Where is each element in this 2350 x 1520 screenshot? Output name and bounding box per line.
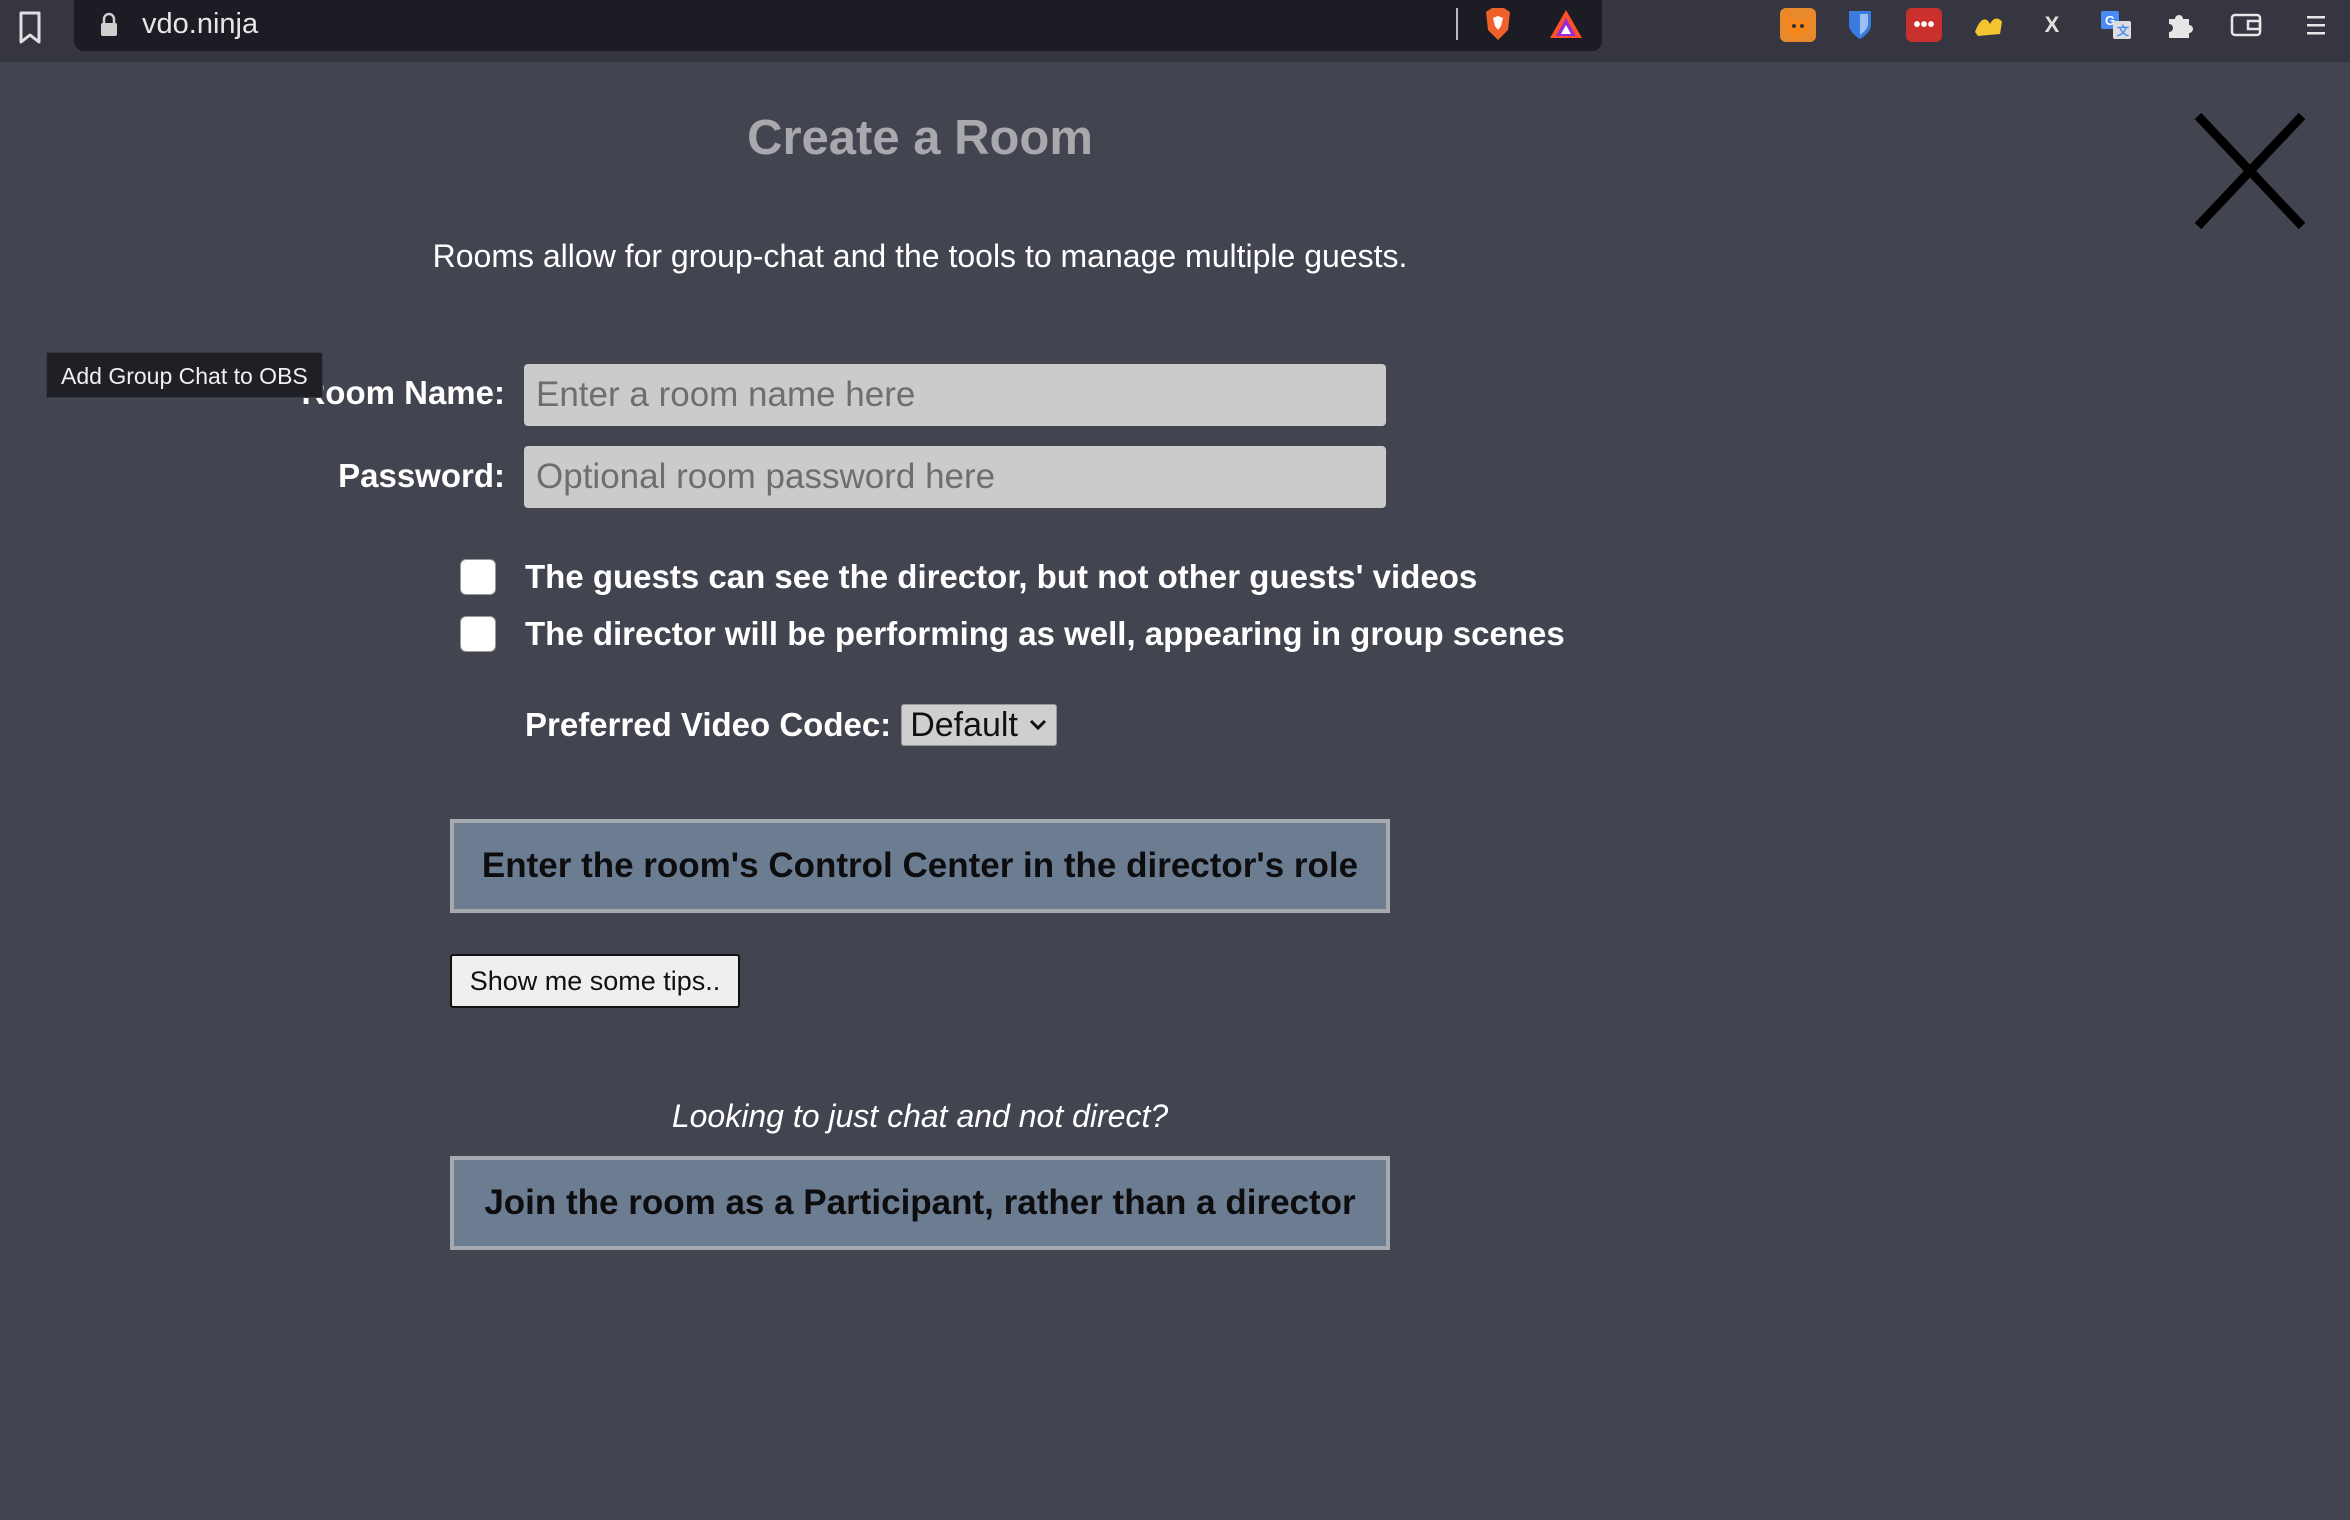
bookmark-icon[interactable] bbox=[16, 10, 44, 46]
url-text[interactable]: vdo.ninja bbox=[142, 8, 258, 41]
page-title: Create a Room bbox=[747, 111, 1093, 165]
director-performing-checkbox[interactable] bbox=[460, 616, 496, 652]
svg-text:文: 文 bbox=[2117, 23, 2130, 38]
codec-row: Preferred Video Codec: Default bbox=[525, 704, 1057, 746]
brave-shields-icon[interactable] bbox=[1482, 6, 1514, 42]
signer-icon[interactable] bbox=[1970, 8, 2006, 42]
brave-rewards-icon[interactable] bbox=[1548, 8, 1584, 40]
lastpass-icon[interactable]: ••• bbox=[1906, 8, 1942, 42]
guests-see-director-label[interactable]: The guests can see the director, but not… bbox=[525, 558, 1477, 596]
url-separator bbox=[1456, 8, 1458, 40]
lock-icon bbox=[101, 12, 117, 36]
wallet-icon[interactable] bbox=[2228, 8, 2264, 42]
tooltip: Add Group Chat to OBS bbox=[46, 352, 323, 398]
extensions-puzzle-icon[interactable] bbox=[2162, 8, 2198, 42]
metamask-icon[interactable] bbox=[1780, 8, 1816, 42]
guests-see-director-checkbox[interactable] bbox=[460, 559, 496, 595]
page-subtitle: Rooms allow for group-chat and the tools… bbox=[432, 238, 1408, 274]
join-as-participant-button[interactable]: Join the room as a Participant, rather t… bbox=[450, 1156, 1390, 1250]
menu-icon[interactable] bbox=[2298, 8, 2334, 42]
browser-toolbar: vdo.ninja ••• X G文 bbox=[0, 0, 2350, 62]
chat-hint: Looking to just chat and not direct? bbox=[671, 1098, 1169, 1134]
chevron-down-icon bbox=[1029, 719, 1046, 731]
codec-label: Preferred Video Codec: bbox=[525, 706, 892, 743]
room-name-input[interactable] bbox=[524, 364, 1386, 426]
x-extension-icon[interactable]: X bbox=[2034, 8, 2070, 42]
director-performing-label[interactable]: The director will be performing as well,… bbox=[525, 615, 1565, 653]
guests-see-director-option[interactable]: The guests can see the director, but not… bbox=[460, 555, 1477, 599]
close-icon[interactable] bbox=[2190, 108, 2310, 234]
bitwarden-icon[interactable] bbox=[1842, 8, 1878, 42]
password-input[interactable] bbox=[524, 446, 1386, 508]
codec-select[interactable]: Default bbox=[901, 704, 1057, 746]
password-label: Password: bbox=[338, 457, 505, 494]
director-performing-option[interactable]: The director will be performing as well,… bbox=[460, 612, 1565, 656]
enter-control-center-button[interactable]: Enter the room's Control Center in the d… bbox=[450, 819, 1390, 913]
codec-value[interactable]: Default bbox=[910, 706, 1018, 745]
address-bar[interactable]: vdo.ninja bbox=[74, 0, 1602, 51]
show-tips-button[interactable]: Show me some tips.. bbox=[450, 954, 740, 1008]
google-translate-icon[interactable]: G文 bbox=[2098, 8, 2134, 42]
